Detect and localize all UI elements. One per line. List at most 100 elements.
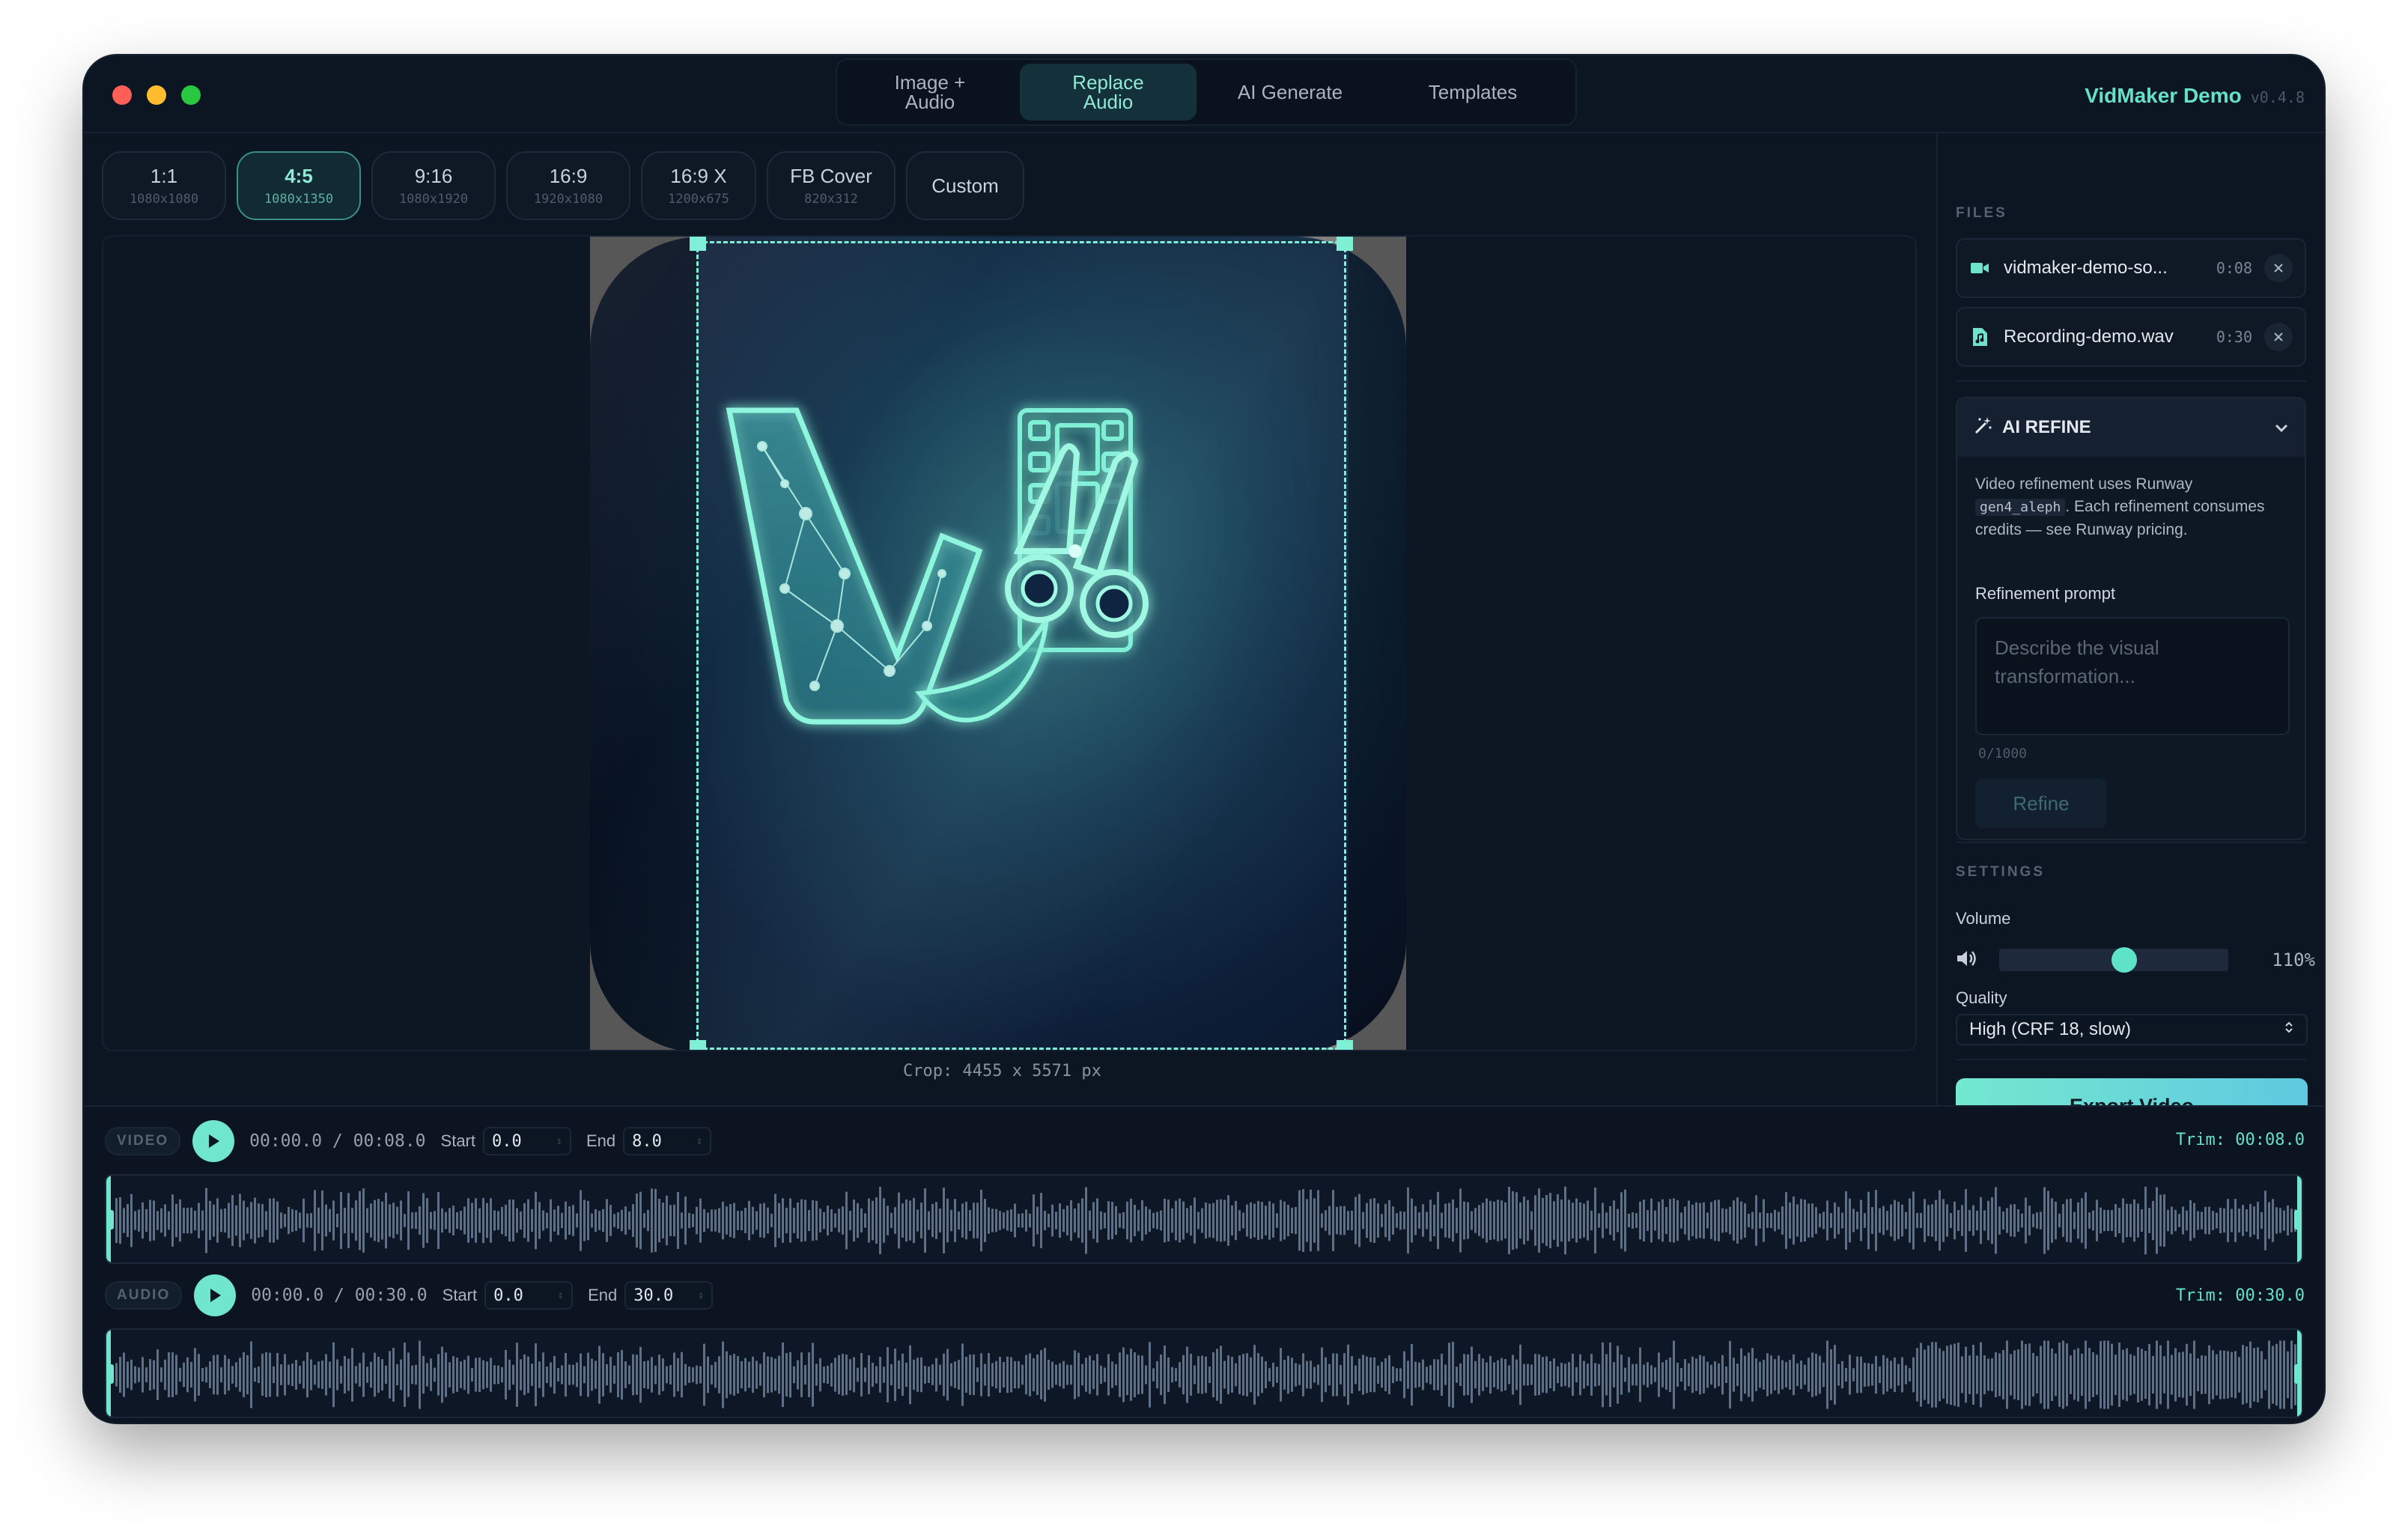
preset-fb-cover[interactable]: FB Cover 820x312 — [767, 151, 896, 220]
audio-trim-knob-start[interactable] — [108, 1364, 114, 1384]
waveform-bar — [205, 1367, 207, 1383]
preset-label: 1:1 — [150, 165, 178, 187]
waveform-bar — [763, 1352, 765, 1398]
crop-handle-top-right[interactable] — [1337, 237, 1353, 251]
crop-handle-top-left[interactable] — [690, 237, 706, 251]
waveform-bar — [1882, 1355, 1885, 1395]
waveform-bar — [1444, 1364, 1447, 1385]
crop-handle-bottom-left[interactable] — [690, 1040, 706, 1050]
video-play-button[interactable] — [192, 1120, 235, 1162]
refinement-prompt-input[interactable]: Describe the visual transformation... — [1975, 617, 2290, 735]
waveform-bar — [1796, 1363, 1799, 1387]
waveform-bar — [621, 1349, 623, 1400]
waveform-bar — [1257, 1353, 1259, 1396]
video-start-input[interactable]: 0.0 ⇕ — [483, 1127, 571, 1155]
waveform-bar — [602, 1353, 604, 1396]
tab-image-audio[interactable]: Image + Audio — [840, 64, 1020, 121]
chevron-down-icon[interactable] — [2275, 418, 2288, 437]
waveform-bar — [2283, 1340, 2285, 1409]
audio-waveform-bars — [115, 1340, 2296, 1409]
waveform-bar — [1673, 1340, 1675, 1409]
waveform-bar — [1040, 1350, 1042, 1399]
waveform-bar — [1961, 1205, 1963, 1236]
waveform-bar — [1628, 1357, 1630, 1393]
remove-file-button[interactable] — [2264, 323, 2293, 351]
waveform-bar — [2043, 1187, 2046, 1254]
waveform-bar — [1617, 1346, 1619, 1404]
waveform-bar — [1104, 1212, 1106, 1229]
waveform-bar — [1912, 1357, 1915, 1393]
audio-start-input[interactable]: 0.0 ⇕ — [484, 1281, 574, 1310]
tab-ai-generate[interactable]: AI Generate — [1197, 64, 1384, 121]
tab-replace-audio[interactable]: Replace Audio — [1020, 64, 1197, 121]
waveform-bar — [1998, 1353, 2001, 1396]
ai-refine-header[interactable]: AI REFINE — [1957, 398, 2305, 457]
waveform-bar — [1486, 1198, 1488, 1243]
waveform-bar — [1763, 1199, 1765, 1242]
waveform-bar — [1946, 1204, 1948, 1237]
audio-end-input[interactable]: 30.0 ⇕ — [624, 1281, 714, 1310]
waveform-bar — [2032, 1214, 2034, 1227]
waveform-bar — [1313, 1367, 1316, 1383]
crop-handle-bottom-right[interactable] — [1337, 1040, 1353, 1050]
tab-templates[interactable]: Templates — [1384, 64, 1562, 121]
waveform-bar — [1062, 1361, 1065, 1389]
quality-select[interactable]: High (CRF 18, slow) — [1956, 1014, 2308, 1045]
waveform-bar — [1369, 1357, 1372, 1393]
panel-divider — [1956, 1059, 2306, 1060]
preset-4-5[interactable]: 4:5 1080x1350 — [237, 151, 361, 220]
minimize-window-button[interactable] — [147, 85, 166, 105]
preset-1-1[interactable]: 1:1 1080x1080 — [102, 151, 226, 220]
waveform-bar — [774, 1358, 776, 1391]
waveform-bar — [714, 1361, 717, 1388]
maximize-window-button[interactable] — [181, 85, 201, 105]
video-trim-knob-start[interactable] — [108, 1210, 114, 1229]
waveform-bar — [415, 1212, 417, 1229]
waveform-bar — [243, 1200, 245, 1241]
preset-16-9-x[interactable]: 16:9 X 1200x675 — [641, 151, 756, 220]
volume-slider[interactable] — [1999, 947, 2228, 973]
waveform-bar — [142, 1357, 144, 1393]
stepper-icon[interactable]: ⇕ — [696, 1135, 702, 1147]
refine-button[interactable]: Refine — [1975, 779, 2107, 828]
waveform-bar — [1354, 1197, 1357, 1244]
audio-play-button[interactable] — [194, 1274, 237, 1316]
video-trim-knob-end[interactable] — [2294, 1210, 2300, 1229]
waveform-bar — [1414, 1206, 1417, 1235]
preset-16-9[interactable]: 16:9 1920x1080 — [506, 151, 630, 220]
waveform-bar — [1639, 1201, 1641, 1240]
waveform-bar — [505, 1349, 507, 1400]
volume-slider-knob[interactable] — [2111, 947, 2137, 973]
waveform-bar — [976, 1367, 979, 1382]
waveform-bar — [228, 1203, 230, 1238]
speaker-icon[interactable] — [1956, 948, 1978, 973]
waveform-bar — [2103, 1340, 2106, 1409]
video-end-input[interactable]: 8.0 ⇕ — [623, 1127, 712, 1155]
audio-waveform[interactable] — [105, 1328, 2303, 1418]
waveform-bar — [1939, 1190, 1941, 1251]
waveform-bar — [2246, 1209, 2248, 1232]
stepper-icon[interactable]: ⇕ — [556, 1135, 562, 1147]
waveform-bar — [1695, 1202, 1697, 1239]
preset-9-16[interactable]: 9:16 1080x1920 — [371, 151, 496, 220]
close-window-button[interactable] — [112, 85, 132, 105]
waveform-bar — [1411, 1343, 1413, 1406]
waveform-bar — [860, 1352, 863, 1397]
video-waveform[interactable] — [105, 1174, 2303, 1264]
crop-box[interactable] — [690, 237, 1353, 1050]
waveform-bar — [1699, 1355, 1701, 1395]
waveform-bar — [718, 1356, 720, 1393]
waveform-bar — [860, 1208, 863, 1233]
preset-custom[interactable]: Custom — [906, 151, 1024, 220]
stepper-icon[interactable]: ⇕ — [698, 1289, 704, 1301]
waveform-bar — [894, 1207, 896, 1234]
waveform-bar — [1306, 1361, 1308, 1389]
waveform-bar — [1590, 1210, 1593, 1231]
waveform-bar — [385, 1365, 387, 1384]
stepper-icon[interactable]: ⇕ — [558, 1289, 564, 1301]
waveform-bar — [1250, 1202, 1252, 1239]
waveform-bar — [190, 1207, 192, 1234]
remove-file-button[interactable] — [2264, 254, 2293, 282]
audio-trim-knob-end[interactable] — [2294, 1364, 2300, 1384]
waveform-bar — [209, 1200, 211, 1241]
